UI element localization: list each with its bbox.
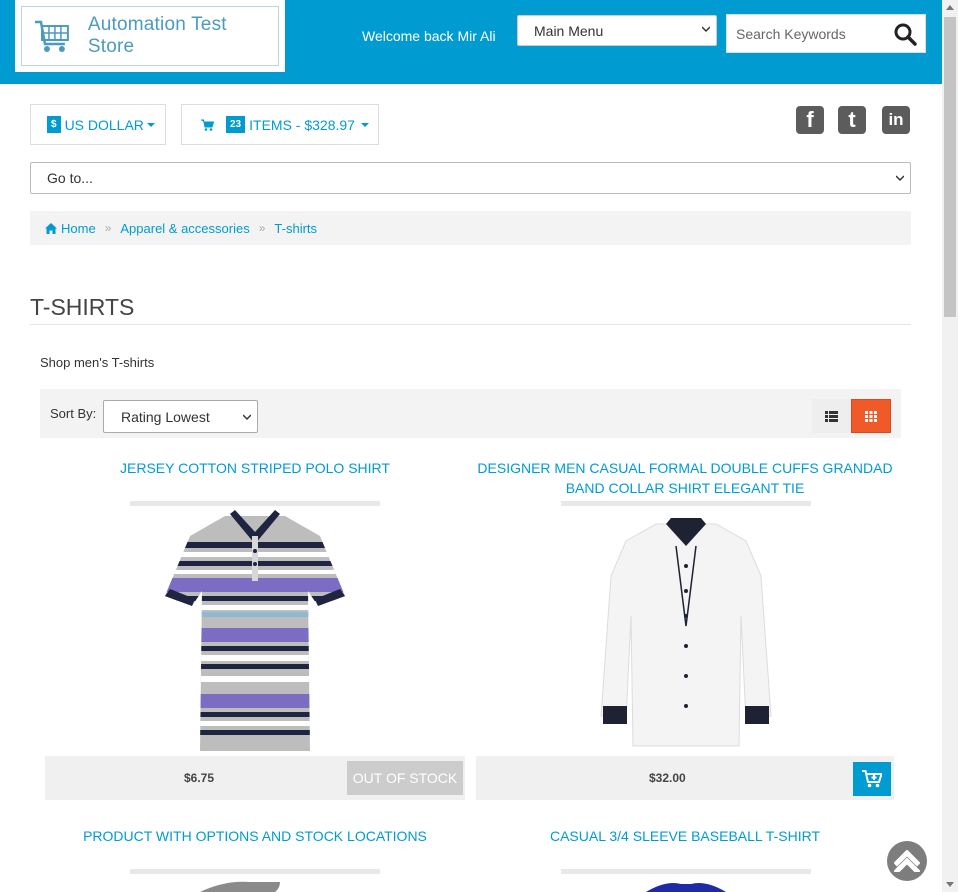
logo-text: Automation Test Store bbox=[87, 14, 227, 57]
linkedin-icon[interactable]: in bbox=[882, 106, 910, 134]
product-title-link[interactable]: PRODUCT WITH OPTIONS AND STOCK LOCATIONS bbox=[45, 826, 465, 846]
out-of-stock-badge: OUT OF STOCK bbox=[347, 761, 463, 795]
product-title-link[interactable]: DESIGNER MEN CASUAL FORMAL DOUBLE CUFFS … bbox=[476, 458, 894, 498]
breadcrumb-home[interactable]: Home bbox=[61, 221, 96, 236]
back-to-top-button[interactable] bbox=[887, 841, 927, 881]
product-image-frame bbox=[561, 869, 811, 892]
sort-label: Sort By: bbox=[50, 406, 97, 421]
logo-frame: Automation Test Store bbox=[21, 6, 279, 66]
chevron-right-icon: » bbox=[104, 221, 112, 235]
product-footer: $32.00 bbox=[476, 756, 894, 800]
store-logo[interactable]: Automation Test Store bbox=[15, 0, 285, 72]
product-image-striped-polo[interactable] bbox=[130, 506, 380, 755]
search-icon[interactable] bbox=[893, 22, 917, 46]
scroll-down-arrow-icon[interactable] bbox=[946, 882, 954, 887]
facebook-icon[interactable]: f bbox=[796, 106, 824, 134]
currency-dropdown[interactable]: $ US DOLLAR bbox=[30, 104, 166, 145]
product-image-white-shirt[interactable] bbox=[561, 506, 811, 755]
page-title: T-SHIRTS bbox=[30, 294, 135, 320]
product-image-partial[interactable] bbox=[130, 874, 380, 892]
product-price: $32.00 bbox=[649, 771, 686, 785]
grid-icon bbox=[865, 410, 877, 422]
welcome-link[interactable]: Welcome back Mir Ali bbox=[362, 28, 496, 44]
product-title-link[interactable]: CASUAL 3/4 SLEEVE BASEBALL T-SHIRT bbox=[476, 826, 894, 846]
twitter-icon[interactable]: t bbox=[838, 106, 866, 134]
currency-symbol: $ bbox=[47, 116, 61, 133]
search-box bbox=[726, 14, 926, 53]
breadcrumb-tshirts[interactable]: T-shirts bbox=[274, 221, 317, 236]
add-to-cart-button[interactable] bbox=[853, 762, 891, 796]
goto-value: Go to... bbox=[47, 170, 93, 186]
breadcrumb-apparel[interactable]: Apparel & accessories bbox=[120, 221, 249, 236]
product-image-partial[interactable] bbox=[561, 874, 811, 892]
product-price: $6.75 bbox=[184, 771, 215, 785]
grid-view-button[interactable] bbox=[851, 399, 891, 433]
product-image-frame bbox=[561, 501, 811, 755]
sort-value: Rating Lowest bbox=[121, 408, 210, 425]
site-header: Automation Test Store Welcome back Mir A… bbox=[0, 0, 942, 84]
chevron-down-icon bbox=[896, 175, 904, 182]
scrollbar-thumb[interactable] bbox=[944, 17, 956, 317]
cart-logo-icon bbox=[34, 20, 69, 52]
category-description: Shop men's T-shirts bbox=[40, 355, 155, 370]
cart-plus-icon bbox=[862, 770, 882, 788]
main-menu-value: Main Menu bbox=[534, 22, 604, 39]
goto-select[interactable]: Go to... bbox=[30, 162, 911, 194]
home-icon bbox=[45, 222, 57, 234]
currency-label: US DOLLAR bbox=[64, 116, 144, 133]
list-view-button[interactable] bbox=[812, 399, 851, 433]
caret-down-icon bbox=[360, 122, 369, 127]
product-image-frame bbox=[130, 501, 380, 755]
product-title-link[interactable]: JERSEY COTTON STRIPED POLO SHIRT bbox=[45, 458, 465, 478]
list-icon bbox=[825, 410, 838, 422]
product-image-frame bbox=[130, 869, 380, 892]
chevron-up-icon bbox=[894, 850, 920, 872]
sort-toolbar: Sort By: Rating Lowest bbox=[40, 389, 901, 438]
shopping-cart-icon bbox=[201, 119, 214, 131]
caret-down-icon bbox=[146, 122, 155, 127]
sort-select[interactable]: Rating Lowest bbox=[103, 400, 258, 433]
main-menu-select[interactable]: Main Menu bbox=[517, 15, 717, 46]
chevron-right-icon: » bbox=[258, 221, 266, 235]
cart-dropdown[interactable]: 23 ITEMS - $328.97 bbox=[181, 104, 379, 145]
title-divider bbox=[30, 324, 911, 325]
breadcrumb: Home » Apparel & accessories » T-shirts bbox=[30, 211, 911, 245]
cart-label: ITEMS - $328.97 bbox=[249, 116, 355, 133]
search-input[interactable] bbox=[727, 25, 877, 42]
chevron-down-icon bbox=[702, 26, 710, 33]
cart-count-badge: 23 bbox=[226, 116, 246, 133]
chevron-down-icon bbox=[243, 414, 251, 421]
scroll-up-arrow-icon[interactable] bbox=[946, 5, 954, 10]
product-footer: $6.75 OUT OF STOCK bbox=[45, 756, 465, 800]
